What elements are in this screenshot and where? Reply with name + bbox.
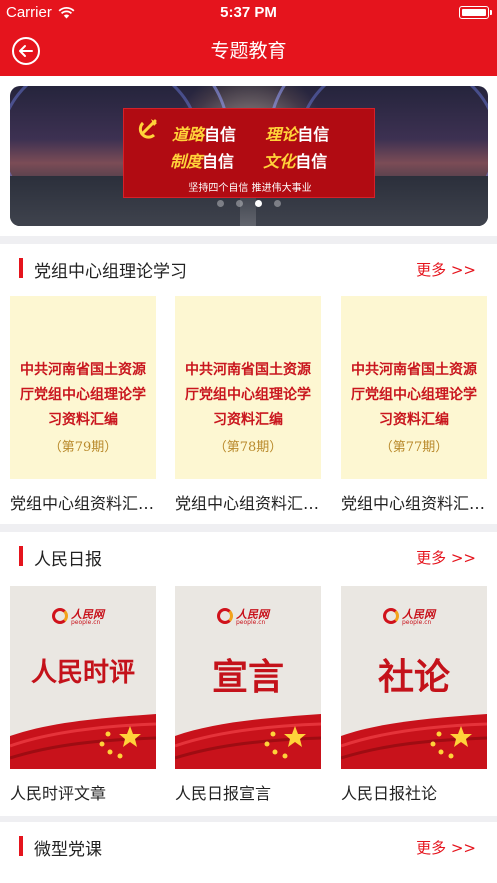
section-marker: [19, 258, 23, 278]
slogan-confidence: 自信: [297, 125, 330, 144]
card-label: 人民日报宣言: [175, 784, 272, 803]
logo-subtext: people.cn: [402, 619, 432, 626]
more-link[interactable]: 更多 >>: [416, 837, 476, 858]
carousel-page-indicator: [10, 200, 488, 207]
carousel-dot[interactable]: [255, 200, 262, 207]
carousel-dot[interactable]: [274, 200, 281, 207]
slogan-system: 制度: [170, 152, 203, 171]
page-title: 专题教育: [210, 40, 287, 62]
banner-area: 道路自信 理论自信 制度自信 文化自信 坚持四个自信 推进伟大事业: [0, 76, 497, 236]
people-logo-icon: [217, 608, 233, 624]
clock: 5:37 PM: [220, 4, 277, 21]
carousel-dot[interactable]: [236, 200, 243, 207]
section-marker: [19, 836, 23, 856]
people-logo: 人民网 people.cn: [217, 606, 279, 628]
cover-title: 中共河南省国土资源厅党组中心组理论学习资料汇编: [351, 362, 477, 428]
people-logo-icon: [52, 608, 68, 624]
cover-title: 中共河南省国土资源厅党组中心组理论学习资料汇编: [20, 362, 146, 428]
party-emblem-icon: [138, 119, 157, 139]
people-logo: 人民网 people.cn: [52, 606, 114, 628]
section-marker: [19, 546, 23, 566]
more-link[interactable]: 更多 >>: [416, 259, 476, 280]
section-header: 党组中心组理论学习 更多 >>: [0, 244, 497, 292]
people-logo-icon: [383, 608, 399, 624]
slogan-confidence: 自信: [204, 125, 237, 144]
card-label: 人民日报社论: [341, 784, 438, 803]
slogan-line-1: 道路自信 理论自信: [172, 121, 329, 145]
banner-carousel[interactable]: 道路自信 理论自信 制度自信 文化自信 坚持四个自信 推进伟大事业: [10, 86, 488, 226]
card-label: 党组中心组资料汇编（第78期）: [175, 494, 321, 513]
slogan-road: 道路: [172, 125, 205, 144]
section-title: 党组中心组理论学习: [34, 262, 187, 282]
red-flag-icon: [341, 714, 487, 769]
section-peoples-daily: 人民日报 更多 >> 人民网 people.cn 人民时评 人民时评文章 人民网…: [0, 532, 497, 816]
cover-title: 社论: [377, 656, 450, 698]
slogan-theory: 理论: [265, 125, 298, 144]
cover-title: 宣言: [211, 656, 284, 698]
logo-subtext: people.cn: [236, 619, 266, 626]
slogan-subtitle: 坚持四个自信 推进伟大事业: [188, 183, 312, 194]
cover-issue: （第78期）: [213, 440, 283, 455]
red-flag-icon: [10, 714, 156, 769]
section-title: 人民日报: [34, 550, 102, 570]
card-label: 党组中心组资料汇编（第79期）: [10, 494, 156, 513]
banner-slogan-board: 道路自信 理论自信 制度自信 文化自信 坚持四个自信 推进伟大事业: [123, 108, 375, 198]
section-study: 党组中心组理论学习 更多 >> 中共河南省国土资源厅党组中心组理论学习资料汇编 …: [0, 244, 497, 524]
study-cover: 中共河南省国土资源厅党组中心组理论学习资料汇编 （第78期）: [175, 296, 321, 479]
cover-title: 中共河南省国土资源厅党组中心组理论学习资料汇编: [185, 362, 311, 428]
section-header: 人民日报 更多 >>: [0, 532, 497, 580]
carousel-dot[interactable]: [217, 200, 224, 207]
news-cover: 人民网 people.cn 人民时评: [10, 586, 156, 769]
slogan-culture: 文化: [263, 152, 296, 171]
more-link[interactable]: 更多 >>: [416, 547, 476, 568]
status-bar: Carrier 5:37 PM: [0, 0, 497, 26]
slogan-confidence: 自信: [202, 152, 235, 171]
battery-icon: [459, 6, 492, 19]
section-title: 微型党课: [34, 840, 102, 860]
study-cover: 中共河南省国土资源厅党组中心组理论学习资料汇编 （第79期）: [10, 296, 156, 479]
red-flag-icon: [175, 714, 321, 769]
cover-title: 人民时评: [30, 658, 135, 688]
cover-issue: （第77期）: [379, 440, 449, 455]
card-label: 党组中心组资料汇编（第77期）: [341, 494, 487, 513]
news-cover: 人民网 people.cn 社论: [341, 586, 487, 769]
section-micro-lessons: 微型党课 更多 >>: [0, 822, 497, 883]
navigation-bar: Carrier 5:37 PM 专题教育: [0, 0, 497, 76]
card-label: 人民时评文章: [10, 784, 107, 803]
news-cover: 人民网 people.cn 宣言: [175, 586, 321, 769]
slogan-line-2: 制度自信 文化自信: [170, 148, 327, 172]
people-logo: 人民网 people.cn: [383, 606, 445, 628]
section-header: 微型党课 更多 >>: [0, 822, 497, 870]
study-cover: 中共河南省国土资源厅党组中心组理论学习资料汇编 （第77期）: [341, 296, 487, 479]
cover-issue: （第79期）: [48, 440, 118, 455]
logo-subtext: people.cn: [71, 619, 101, 626]
slogan-confidence: 自信: [295, 152, 328, 171]
